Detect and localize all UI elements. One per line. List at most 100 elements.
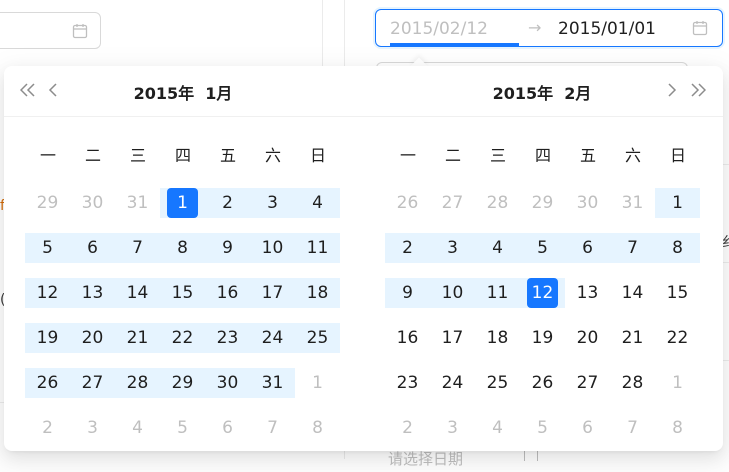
- date-cell[interactable]: 27: [565, 361, 610, 406]
- date-number[interactable]: 19: [527, 323, 558, 353]
- date-number[interactable]: 9: [212, 233, 243, 263]
- date-cell[interactable]: 14: [115, 271, 160, 316]
- date-number[interactable]: 2: [392, 413, 423, 443]
- adjacent-month-date-cell[interactable]: 1: [295, 361, 340, 406]
- date-number[interactable]: 30: [212, 368, 243, 398]
- date-cell[interactable]: 10: [430, 271, 475, 316]
- date-cell[interactable]: 4: [475, 226, 520, 271]
- adjacent-month-date-cell[interactable]: 29: [520, 181, 565, 226]
- adjacent-month-date-cell[interactable]: 26: [385, 181, 430, 226]
- adjacent-month-date-cell[interactable]: 3: [70, 406, 115, 451]
- date-number[interactable]: 29: [32, 188, 63, 218]
- date-number[interactable]: 2: [392, 233, 423, 263]
- prev-month-icon[interactable]: [42, 80, 64, 102]
- adjacent-month-date-cell[interactable]: 5: [160, 406, 205, 451]
- date-number[interactable]: 24: [257, 323, 288, 353]
- selected-date-cell[interactable]: 1: [160, 181, 205, 226]
- adjacent-month-date-cell[interactable]: 8: [295, 406, 340, 451]
- date-cell[interactable]: 21: [115, 316, 160, 361]
- date-number[interactable]: 10: [257, 233, 288, 263]
- date-cell[interactable]: 21: [610, 316, 655, 361]
- date-number[interactable]: 28: [482, 188, 513, 218]
- date-number[interactable]: 7: [617, 233, 648, 263]
- next-year-icon[interactable]: [687, 80, 709, 102]
- right-year-button[interactable]: 2015年: [493, 84, 554, 103]
- date-cell[interactable]: 1: [655, 181, 700, 226]
- date-cell[interactable]: 6: [565, 226, 610, 271]
- date-number[interactable]: 2: [32, 413, 63, 443]
- right-month-button[interactable]: 2月: [564, 84, 591, 103]
- date-number[interactable]: 29: [167, 368, 198, 398]
- date-number[interactable]: 22: [167, 323, 198, 353]
- date-number[interactable]: 15: [662, 278, 693, 308]
- adjacent-month-date-cell[interactable]: 2: [25, 406, 70, 451]
- adjacent-month-date-cell[interactable]: 6: [565, 406, 610, 451]
- adjacent-month-date-cell[interactable]: 2: [385, 406, 430, 451]
- date-cell[interactable]: 7: [610, 226, 655, 271]
- date-cell[interactable]: 13: [565, 271, 610, 316]
- date-number[interactable]: 20: [572, 323, 603, 353]
- date-number[interactable]: 26: [32, 368, 63, 398]
- date-number[interactable]: 8: [302, 413, 333, 443]
- date-number[interactable]: 21: [122, 323, 153, 353]
- left-year-button[interactable]: 2015年: [134, 84, 195, 103]
- date-number[interactable]: 14: [122, 278, 153, 308]
- adjacent-month-date-cell[interactable]: 4: [115, 406, 160, 451]
- date-number[interactable]: 27: [77, 368, 108, 398]
- date-number[interactable]: 11: [302, 233, 333, 263]
- date-number[interactable]: 18: [482, 323, 513, 353]
- date-number[interactable]: 6: [572, 233, 603, 263]
- date-number[interactable]: 4: [482, 413, 513, 443]
- date-number[interactable]: 23: [392, 368, 423, 398]
- background-date-input[interactable]: [0, 12, 101, 49]
- date-cell[interactable]: 24: [250, 316, 295, 361]
- date-cell[interactable]: 6: [70, 226, 115, 271]
- date-cell[interactable]: 10: [250, 226, 295, 271]
- date-number[interactable]: 18: [302, 278, 333, 308]
- date-cell[interactable]: 31: [250, 361, 295, 406]
- next-month-icon[interactable]: [661, 80, 683, 102]
- date-number[interactable]: 4: [302, 188, 333, 218]
- date-cell[interactable]: 17: [250, 271, 295, 316]
- date-cell[interactable]: 4: [295, 181, 340, 226]
- date-number[interactable]: 26: [392, 188, 423, 218]
- date-cell[interactable]: 13: [70, 271, 115, 316]
- range-end-input[interactable]: 2015/01/01: [558, 19, 656, 39]
- date-cell[interactable]: 27: [70, 361, 115, 406]
- date-number[interactable]: 22: [662, 323, 693, 353]
- calendar-icon[interactable]: [692, 20, 708, 40]
- adjacent-month-date-cell[interactable]: 27: [430, 181, 475, 226]
- adjacent-month-date-cell[interactable]: 5: [520, 406, 565, 451]
- date-cell[interactable]: 15: [160, 271, 205, 316]
- date-number[interactable]: 25: [482, 368, 513, 398]
- date-cell[interactable]: 20: [70, 316, 115, 361]
- date-cell[interactable]: 5: [520, 226, 565, 271]
- date-number[interactable]: 8: [662, 233, 693, 263]
- date-number[interactable]: 20: [77, 323, 108, 353]
- date-number[interactable]: 7: [257, 413, 288, 443]
- date-number[interactable]: 17: [257, 278, 288, 308]
- date-number[interactable]: 9: [392, 278, 423, 308]
- date-cell[interactable]: 23: [385, 361, 430, 406]
- date-cell[interactable]: 19: [25, 316, 70, 361]
- date-number[interactable]: 13: [572, 278, 603, 308]
- selected-date-cell[interactable]: 12: [520, 271, 565, 316]
- date-cell[interactable]: 28: [115, 361, 160, 406]
- date-number[interactable]: 5: [527, 233, 558, 263]
- date-number[interactable]: 3: [437, 413, 468, 443]
- date-cell[interactable]: 2: [205, 181, 250, 226]
- date-cell[interactable]: 23: [205, 316, 250, 361]
- date-number[interactable]: 27: [437, 188, 468, 218]
- date-cell[interactable]: 9: [385, 271, 430, 316]
- date-cell[interactable]: 7: [115, 226, 160, 271]
- date-number[interactable]: 19: [32, 323, 63, 353]
- date-cell[interactable]: 24: [430, 361, 475, 406]
- date-number[interactable]: 1: [302, 368, 333, 398]
- date-cell[interactable]: 15: [655, 271, 700, 316]
- date-cell[interactable]: 16: [205, 271, 250, 316]
- date-number[interactable]: 1: [662, 368, 693, 398]
- date-cell[interactable]: 11: [295, 226, 340, 271]
- date-number[interactable]: 29: [527, 188, 558, 218]
- date-number[interactable]: 10: [437, 278, 468, 308]
- date-number[interactable]: 28: [122, 368, 153, 398]
